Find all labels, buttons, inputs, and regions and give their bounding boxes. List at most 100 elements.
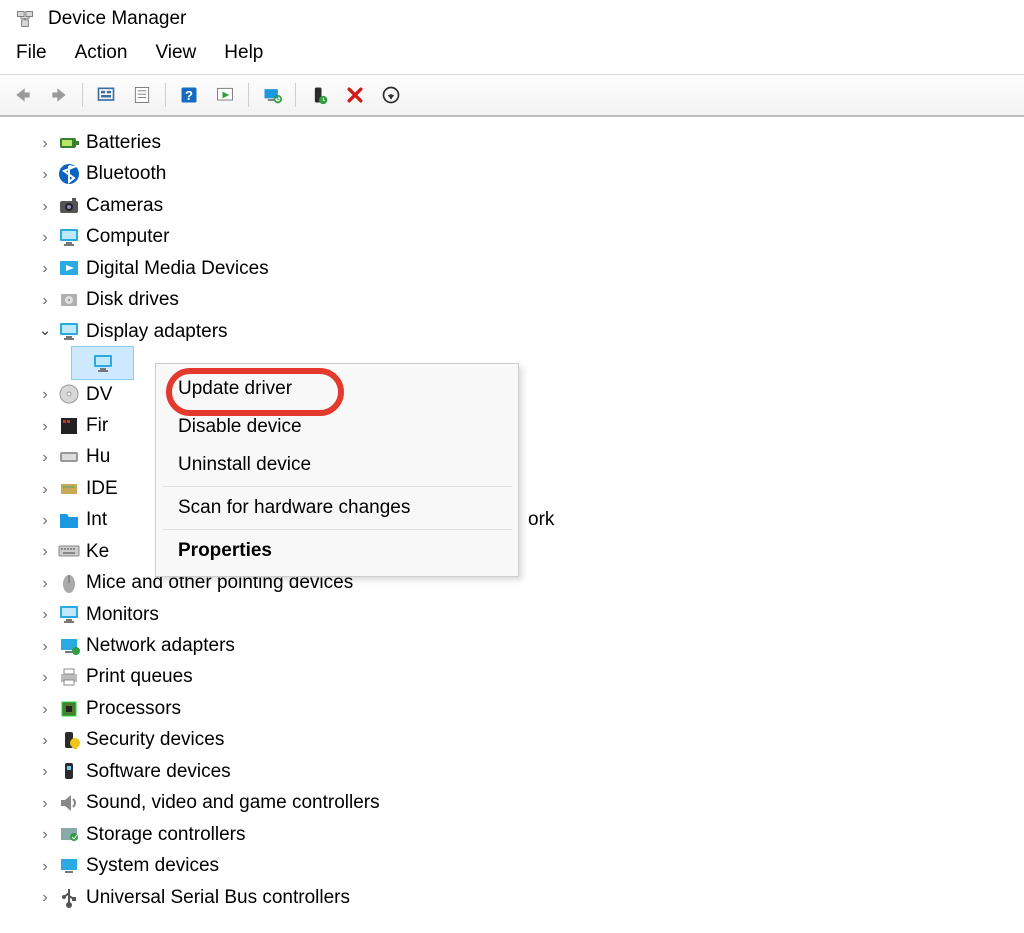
tree-node-label: Digital Media Devices [86,254,269,283]
tree-node[interactable]: Sound, video and game controllers [38,787,1016,818]
tree-node[interactable]: Display adapters [38,316,1016,347]
software-icon [58,760,80,782]
context-menu-item[interactable]: Update driver [156,370,518,408]
expander-icon[interactable] [38,734,52,748]
expander-icon[interactable] [38,325,52,339]
tree-node[interactable]: Disk drives [38,284,1016,315]
tree-node-label: Int [86,505,107,534]
properties-button[interactable] [127,82,157,108]
expander-icon[interactable] [38,262,52,276]
svg-text:?: ? [185,88,193,103]
toolbar-separator [82,83,83,107]
menu-help[interactable]: Help [224,42,263,64]
expander-icon[interactable] [38,671,52,685]
tree-node[interactable]: Bluetooth [38,158,1016,189]
expander-icon[interactable] [38,168,52,182]
context-menu-separator [162,486,512,487]
expander-icon[interactable] [38,640,52,654]
monitor-icon [58,226,80,248]
tree-node[interactable]: Security devices [38,724,1016,755]
tree-node[interactable]: Processors [38,693,1016,724]
toolbar-separator [295,83,296,107]
keyboard-icon [58,540,80,562]
expander-icon[interactable] [38,137,52,151]
expander-icon[interactable] [38,860,52,874]
toolbar-separator [165,83,166,107]
tree-node[interactable]: Print queues [38,661,1016,692]
update-driver-button[interactable] [304,82,334,108]
uninstall-device-button[interactable] [376,82,406,108]
expander-icon[interactable] [38,231,52,245]
tree-node[interactable]: Universal Serial Bus controllers [38,882,1016,913]
expander-icon[interactable] [38,828,52,842]
expander-icon[interactable] [38,294,52,308]
context-menu-item[interactable]: Scan for hardware changes [156,489,518,527]
context-menu-item[interactable]: Properties [156,532,518,570]
tree-node-label: Batteries [86,128,161,157]
camera-icon [58,195,80,217]
context-menu: Update driverDisable deviceUninstall dev… [155,363,519,577]
tree-node-label: Software devices [86,757,231,786]
expander-icon[interactable] [38,388,52,402]
monitor-icon [58,320,80,342]
show-hidden-button[interactable] [91,82,121,108]
bluetooth-icon [58,163,80,185]
expander-icon[interactable] [38,514,52,528]
monitor-icon [92,352,114,374]
expander-icon[interactable] [38,797,52,811]
expander-icon[interactable] [38,420,52,434]
tree-node[interactable]: Software devices [38,756,1016,787]
tree-node-label: Monitors [86,600,159,629]
action-list-button[interactable] [210,82,240,108]
tree-node[interactable]: Batteries [38,127,1016,158]
tree-node-label: Fir [86,411,108,440]
titlebar: Device Manager [0,0,1024,38]
expander-icon[interactable] [38,200,52,214]
tree-node[interactable]: Computer [38,221,1016,252]
device-manager-icon [14,8,36,30]
expander-icon[interactable] [38,483,52,497]
menu-action[interactable]: Action [75,42,128,64]
expander-icon[interactable] [38,545,52,559]
tree-node-label: Universal Serial Bus controllers [86,883,350,912]
battery-icon [58,132,80,154]
menu-view[interactable]: View [155,42,196,64]
tree-node[interactable]: Monitors [38,599,1016,630]
expander-icon[interactable] [38,703,52,717]
context-menu-item[interactable]: Uninstall device [156,446,518,484]
ide-icon [58,478,80,500]
expander-icon[interactable] [38,891,52,905]
context-menu-item[interactable]: Disable device [156,408,518,446]
forward-button[interactable] [44,82,74,108]
tree-node[interactable]: Digital Media Devices [38,253,1016,284]
menu-file[interactable]: File [16,42,47,64]
tree-node[interactable]: Network adapters [38,630,1016,661]
tree-node[interactable]: Cameras [38,190,1016,221]
expander-icon[interactable] [38,765,52,779]
window-title: Device Manager [48,8,186,30]
scan-hardware-button[interactable] [257,82,287,108]
disk-icon [58,289,80,311]
security-icon [58,729,80,751]
dvd-icon [58,383,80,405]
network-icon [58,635,80,657]
firmware-icon [58,415,80,437]
toolbar-separator [248,83,249,107]
back-button[interactable] [8,82,38,108]
tree-node[interactable]: Storage controllers [38,819,1016,850]
disable-device-button[interactable] [340,82,370,108]
tree-node-label: Display adapters [86,317,228,346]
expander-icon[interactable] [38,577,52,591]
expander-icon[interactable] [38,451,52,465]
tree-node-label: Hu [86,442,110,471]
help-button[interactable]: ? [174,82,204,108]
printer-icon [58,666,80,688]
tree-node-label [120,348,125,377]
tree-node-label: Print queues [86,662,193,691]
media-icon [58,257,80,279]
tree-child-node[interactable] [72,347,133,378]
mouse-icon [58,572,80,594]
tree-node-label: Security devices [86,725,224,754]
tree-node[interactable]: System devices [38,850,1016,881]
expander-icon[interactable] [38,608,52,622]
